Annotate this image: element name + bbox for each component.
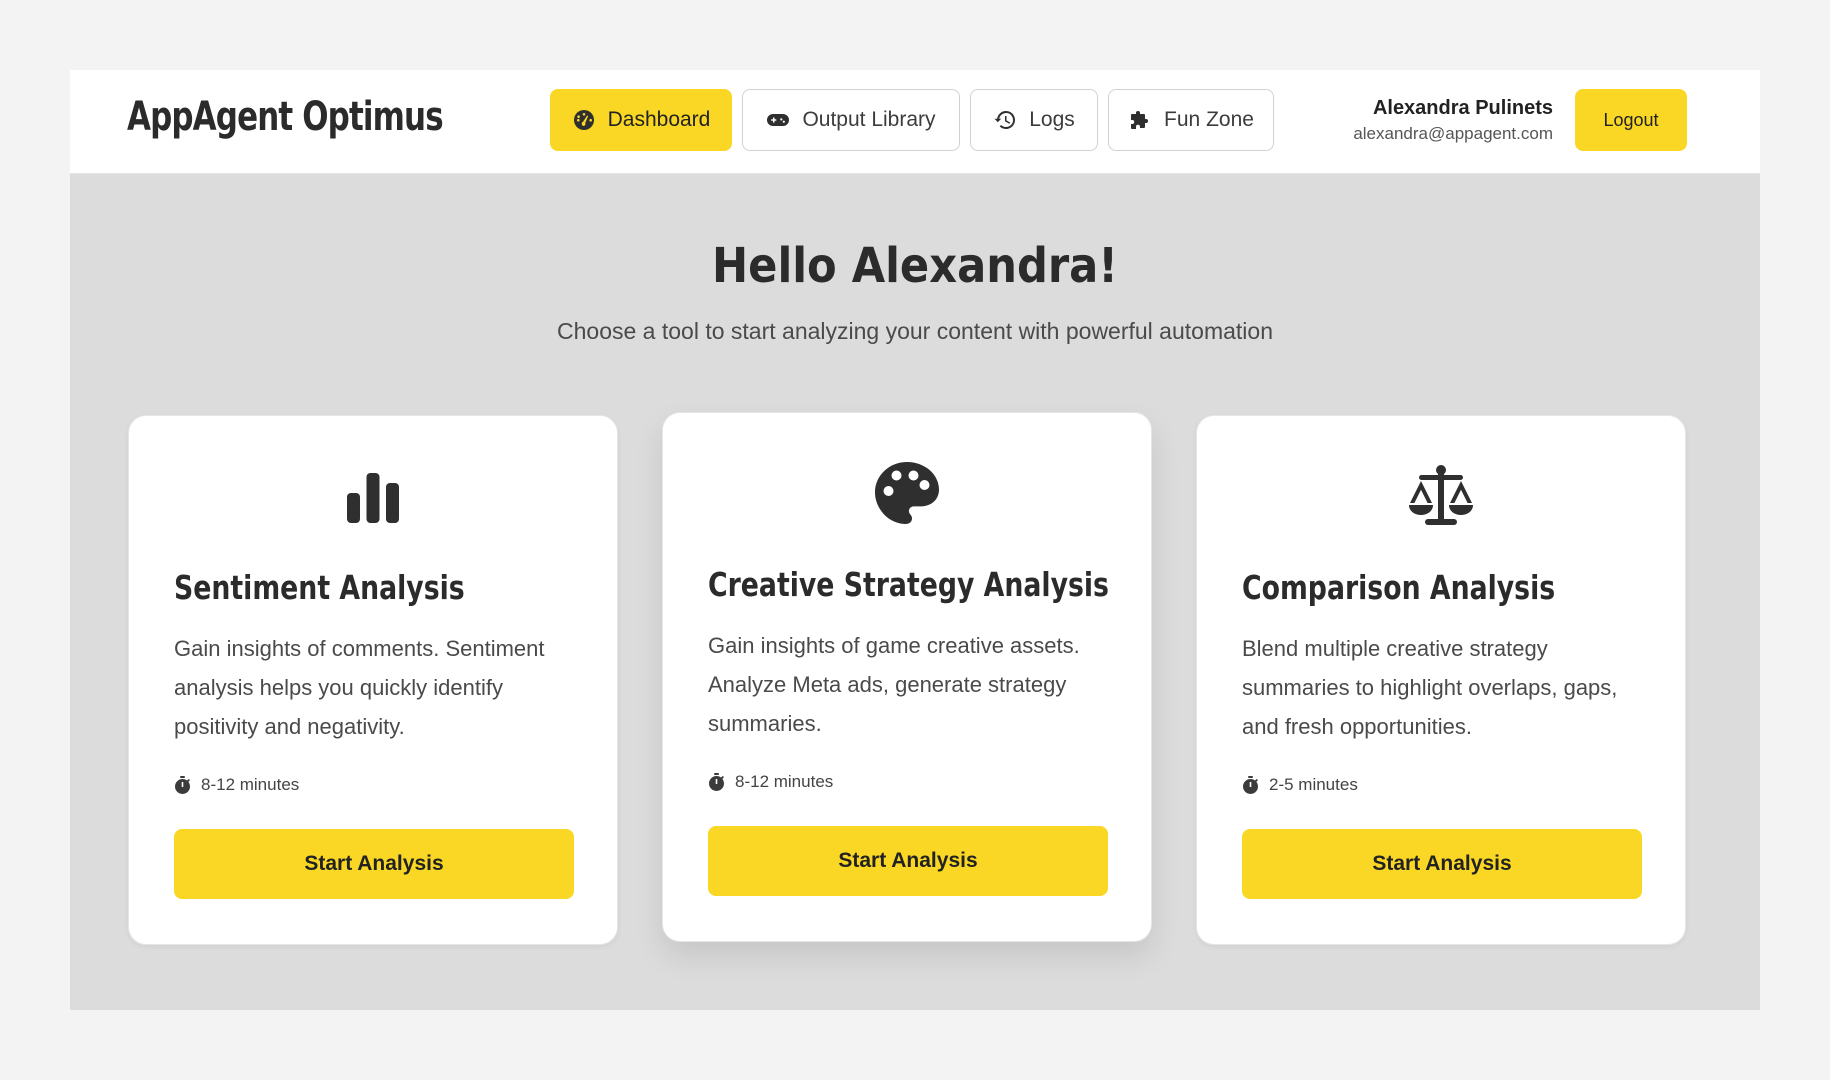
top-header: AppAgent Optimus Dashboard Output Librar… — [70, 70, 1760, 174]
tool-card-comparison: Comparison Analysis Blend multiple creat… — [1196, 415, 1686, 945]
start-analysis-button-comparison[interactable]: Start Analysis — [1242, 829, 1642, 899]
nav-fun-zone-button[interactable]: Fun Zone — [1108, 89, 1274, 151]
card-duration: 8-12 minutes — [708, 772, 833, 792]
card-title: Creative Strategy Analysis — [708, 565, 1109, 604]
nav-dashboard-button[interactable]: Dashboard — [550, 89, 732, 151]
nav-logs-button[interactable]: Logs — [970, 89, 1098, 151]
gamepad-icon — [767, 114, 790, 126]
card-title: Comparison Analysis — [1242, 568, 1556, 607]
stopwatch-icon — [175, 776, 190, 794]
user-email: alexandra@appagent.com — [1353, 124, 1553, 143]
card-duration-text: 2-5 minutes — [1269, 775, 1358, 794]
card-duration-text: 8-12 minutes — [735, 772, 834, 791]
tool-card-sentiment: Sentiment Analysis Gain insights of comm… — [128, 415, 618, 945]
nav-fun-zone-label: Fun Zone — [1164, 108, 1254, 131]
card-description: Blend multiple creative strategy summari… — [1242, 636, 1618, 739]
card-title: Sentiment Analysis — [174, 568, 465, 607]
nav-output-library-label: Output Library — [802, 108, 936, 131]
card-duration: 2-5 minutes — [1242, 775, 1358, 795]
page-subtitle: Choose a tool to start analyzing your co… — [557, 318, 1273, 344]
app-window: AppAgent Optimus Dashboard Output Librar… — [70, 70, 1760, 1010]
logout-button[interactable]: Logout — [1575, 89, 1687, 151]
start-analysis-button-creative-strategy[interactable]: Start Analysis — [708, 826, 1108, 896]
tool-card-creative-strategy: Creative Strategy Analysis Gain insights… — [662, 412, 1152, 942]
card-duration: 8-12 minutes — [174, 775, 299, 795]
nav-dashboard-label: Dashboard — [607, 108, 711, 131]
stopwatch-icon — [1243, 776, 1258, 794]
puzzle-icon — [1131, 111, 1149, 129]
history-icon — [994, 110, 1016, 129]
gauge-icon — [573, 110, 594, 130]
stopwatch-icon — [709, 773, 724, 791]
bar-chart-icon — [347, 473, 399, 523]
page-title: Hello Alexandra! — [712, 238, 1118, 294]
user-name: Alexandra Pulinets — [1372, 97, 1553, 119]
scale-balance-icon — [1409, 465, 1473, 525]
palette-icon — [875, 462, 939, 524]
nav-output-library-button[interactable]: Output Library — [742, 89, 960, 151]
user-info: Alexandra Pulinets alexandra@appagent.co… — [1353, 97, 1553, 144]
brand-logo-text: AppAgent Optimus — [127, 94, 444, 140]
card-description: Gain insights of game creative assets. A… — [708, 633, 1080, 736]
card-description: Gain insights of comments. Sentiment ana… — [174, 636, 545, 739]
nav-logs-label: Logs — [1029, 108, 1075, 131]
card-duration-text: 8-12 minutes — [201, 775, 300, 794]
start-analysis-button-sentiment[interactable]: Start Analysis — [174, 829, 574, 899]
